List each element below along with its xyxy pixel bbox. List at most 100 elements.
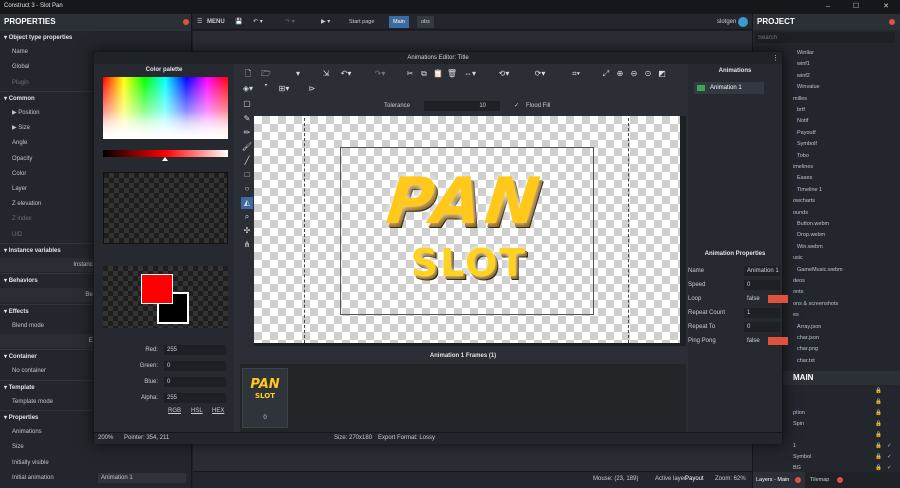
avatar[interactable]: [738, 17, 748, 27]
lock-icon[interactable]: 🔒: [875, 397, 882, 407]
shade-slider[interactable]: [103, 150, 228, 157]
grid-icon[interactable]: ⊞▾: [278, 83, 290, 95]
bool-toggle[interactable]: [768, 295, 788, 303]
frame-thumbnail[interactable]: PAN SLOT 0: [242, 368, 288, 428]
menu-icon[interactable]: ☰: [197, 17, 202, 27]
green-input[interactable]: 0: [164, 361, 226, 371]
rotate-ccw-icon[interactable]: ⟲▾: [498, 68, 510, 80]
bool-toggle[interactable]: [768, 337, 788, 345]
paste-icon[interactable]: 📋: [432, 68, 444, 80]
zoom-fit-icon[interactable]: ⊙: [642, 68, 654, 80]
fill-bucket-icon[interactable]: ◭: [241, 197, 253, 209]
cut-icon[interactable]: ✂: [404, 68, 416, 80]
background-toggle-icon[interactable]: ◩: [656, 68, 668, 80]
lock-icon[interactable]: 🔒: [875, 386, 882, 396]
anim-prop-row: Repeat Count 1: [688, 306, 782, 320]
animation-item-icon: [697, 85, 705, 91]
anim-prop-row: Speed 0: [688, 278, 782, 292]
tab-main[interactable]: Main: [389, 16, 409, 28]
anim-prop-value[interactable]: 0: [744, 322, 780, 332]
mode-rgb[interactable]: RGB: [168, 406, 181, 416]
flood-fill-check-icon[interactable]: ✓: [514, 101, 519, 111]
shade-slider-handle[interactable]: [162, 157, 168, 161]
brush-icon[interactable]: 🖌: [241, 141, 253, 153]
save-icon[interactable]: 💾: [235, 17, 242, 27]
rectangle-icon[interactable]: □: [241, 169, 253, 181]
tolerance-input[interactable]: 10: [424, 101, 500, 111]
anim-prop-value[interactable]: 0: [744, 280, 780, 290]
property-row[interactable]: Initially visible: [0, 456, 191, 470]
flood-fill-label: Flood Fill: [526, 103, 551, 109]
open-folder-icon[interactable]: 🗁▾: [260, 68, 272, 90]
polygon-collision-icon[interactable]: ⋔: [241, 239, 253, 251]
new-file-icon[interactable]: 🗋: [242, 68, 254, 80]
alpha-label: Alpha:: [140, 395, 158, 401]
menu-button[interactable]: MENU: [207, 17, 225, 27]
rotate-cw-icon[interactable]: ⟳▾: [534, 68, 546, 80]
minimize-icon[interactable]: –: [818, 0, 838, 14]
project-search-input[interactable]: [755, 32, 895, 43]
visible-check-icon[interactable]: ✓: [887, 452, 892, 462]
copy-icon[interactable]: ⧉: [418, 68, 430, 80]
canvas-area: 🗋 🗁▾ ▾ ⇲ ↶▾ ↷▾ ✂ ⧉ 📋 🗑 ⇔▾ ⟲▾ ⟳▾ ⌗▾ ⤢ ⊕ ⊖…: [240, 64, 686, 432]
delete-icon[interactable]: 🗑: [446, 68, 458, 80]
mode-hsl[interactable]: HSL: [191, 406, 203, 416]
red-label: Red:: [145, 347, 158, 353]
canvas-scrollbar[interactable]: [680, 116, 686, 346]
tab-start-page[interactable]: Start page: [345, 16, 378, 28]
undo-icon-dialog[interactable]: ↶▾: [340, 68, 352, 80]
select-rect-icon[interactable]: ▢: [241, 98, 253, 110]
lock-icon[interactable]: 🔒: [875, 452, 882, 462]
tilemap-tab-close-icon[interactable]: [837, 477, 843, 483]
swatch-grid[interactable]: [103, 172, 228, 244]
line-icon[interactable]: ╱: [241, 155, 253, 167]
primary-color-swatch[interactable]: [141, 274, 173, 304]
property-row[interactable]: Initial animation Animation 1: [0, 471, 191, 485]
alpha-input[interactable]: 255: [164, 393, 226, 403]
mode-hex[interactable]: HEX: [212, 406, 224, 416]
redo-icon-dialog[interactable]: ↷▾: [374, 68, 386, 80]
red-input[interactable]: 255: [164, 345, 226, 355]
visible-check-icon[interactable]: ✓: [887, 441, 892, 451]
flip-horizontal-icon[interactable]: ⇔▾: [464, 68, 476, 80]
save-icon-dialog[interactable]: ▾: [292, 68, 304, 80]
lock-icon[interactable]: 🔒: [875, 430, 882, 440]
lock-icon[interactable]: 🔒: [875, 408, 882, 418]
crop-icon[interactable]: ⌗▾: [570, 68, 582, 80]
anim-prop-value[interactable]: 1: [744, 308, 780, 318]
origin-point-icon[interactable]: ✣: [241, 225, 253, 237]
animation-item[interactable]: Animation 1: [694, 82, 764, 94]
project-close-icon[interactable]: [889, 19, 895, 25]
redo-icon[interactable]: ↷ ▾: [285, 17, 295, 27]
color-picker-icon[interactable]: ⌕: [241, 211, 253, 223]
tab-tilemap[interactable]: Tilemap: [807, 472, 829, 488]
maximize-icon[interactable]: ☐: [846, 0, 866, 14]
layers-tab-close-icon[interactable]: [795, 477, 801, 483]
initial-animation-select[interactable]: Animation 1: [98, 472, 186, 483]
zoom-in-icon[interactable]: ⊕: [614, 68, 626, 80]
user-name[interactable]: slotgen: [717, 17, 736, 27]
anim-prop-value[interactable]: Animation 1: [744, 266, 780, 276]
pencil-icon[interactable]: ✏: [241, 127, 253, 139]
play-animation-icon[interactable]: ⊳: [306, 83, 318, 95]
lock-icon[interactable]: 🔒: [875, 441, 882, 451]
lock-icon[interactable]: 🔒: [875, 419, 882, 429]
ellipse-icon[interactable]: ○: [241, 183, 253, 195]
layer-row[interactable]: Symbol 🔒 ✓: [753, 452, 900, 462]
export-icon[interactable]: ⇲: [320, 68, 332, 80]
preview-icon[interactable]: ▶ ▾: [321, 17, 330, 27]
close-window-icon[interactable]: ✕: [876, 0, 896, 14]
zoom-out-icon[interactable]: ⊖: [628, 68, 640, 80]
undo-icon[interactable]: ↶ ▾: [253, 17, 263, 27]
tab-obs[interactable]: obs: [417, 16, 434, 28]
property-label: Template mode: [12, 398, 54, 405]
dialog-more-icon[interactable]: ⋮: [772, 54, 779, 62]
layers-icon[interactable]: ◈▾: [242, 83, 254, 95]
anim-prop-value[interactable]: false: [744, 294, 764, 304]
property-row[interactable]: ▾ Object type properties: [0, 30, 191, 44]
eraser-icon[interactable]: ✎: [241, 113, 253, 125]
resize-icon[interactable]: ⤢: [600, 68, 612, 80]
blue-input[interactable]: 0: [164, 377, 226, 387]
properties-close-icon[interactable]: [183, 19, 189, 25]
anim-prop-value[interactable]: false: [744, 336, 764, 346]
